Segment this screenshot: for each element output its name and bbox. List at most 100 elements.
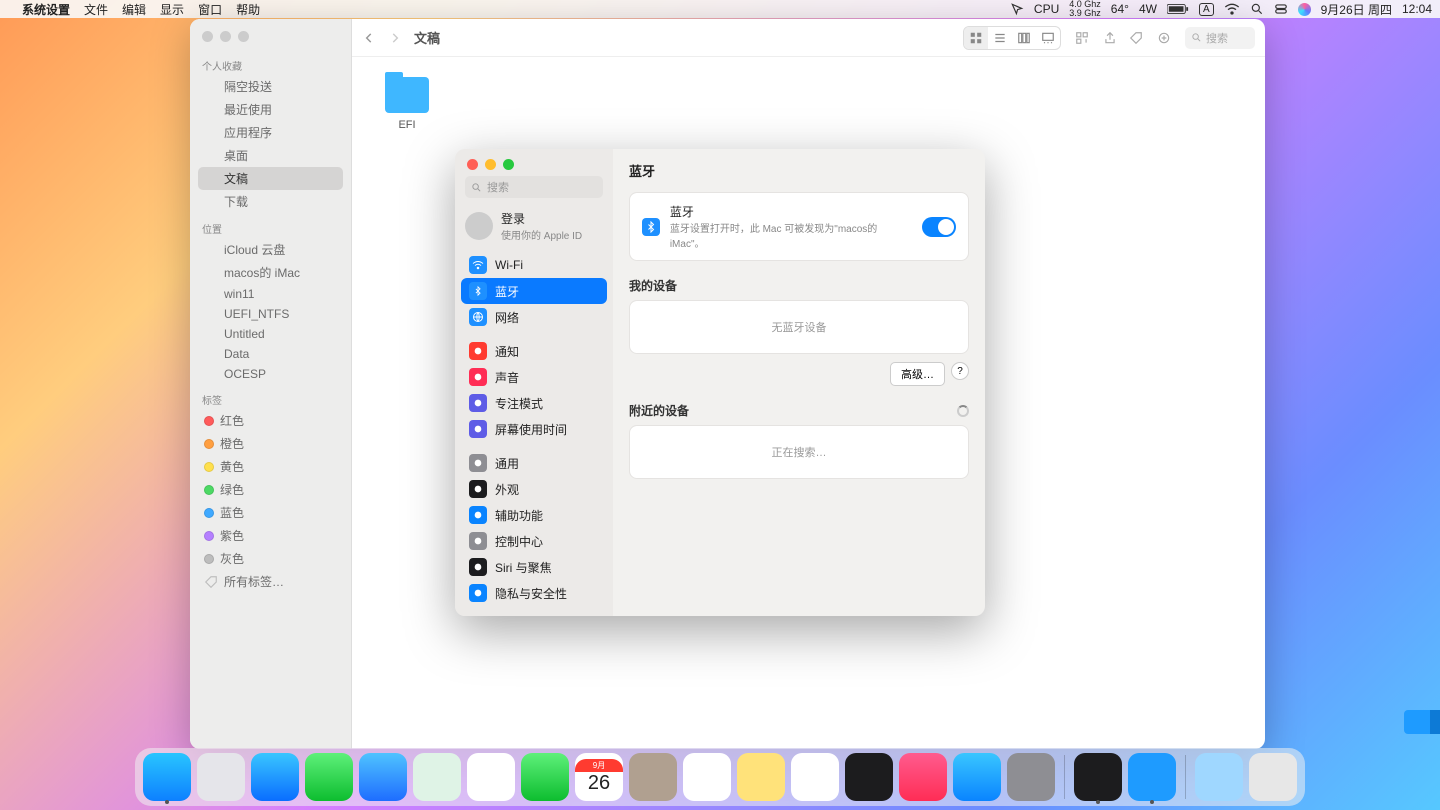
istat-cursor-icon[interactable] xyxy=(1010,2,1024,16)
settings-item-网络[interactable]: 网络 xyxy=(461,304,607,330)
sidebar-tag-橙色[interactable]: 橙色 xyxy=(198,432,343,455)
view-switcher xyxy=(963,26,1061,50)
sidebar-item-win11[interactable]: win11 xyxy=(198,284,343,304)
folder-item[interactable]: EFI xyxy=(372,77,442,131)
app-menu[interactable]: 系统设置 xyxy=(22,1,70,18)
finder-search[interactable]: 搜索 xyxy=(1185,27,1255,49)
sidebar-item-隔空投送[interactable]: 隔空投送 xyxy=(198,75,343,98)
icon-view-button[interactable] xyxy=(964,27,988,49)
wifi-icon[interactable] xyxy=(1224,3,1240,15)
settings-item-控制中心[interactable]: 控制中心 xyxy=(461,528,607,554)
menu-help[interactable]: 帮助 xyxy=(236,1,260,18)
dock-app-finder[interactable] xyxy=(143,753,191,801)
settings-item-隐私与安全性[interactable]: 隐私与安全性 xyxy=(461,580,607,606)
disk-icon xyxy=(204,307,218,321)
dock-app-mail[interactable] xyxy=(359,753,407,801)
minimize-button[interactable] xyxy=(220,31,231,42)
date[interactable]: 9月26日 周四 xyxy=(1321,1,1392,18)
settings-item-Siri 与聚焦[interactable]: Siri 与聚焦 xyxy=(461,554,607,580)
close-button[interactable] xyxy=(467,159,478,170)
settings-item-通知[interactable]: 通知 xyxy=(461,338,607,364)
sidebar-item-最近使用[interactable]: 最近使用 xyxy=(198,98,343,121)
menu-file[interactable]: 文件 xyxy=(84,1,108,18)
sidebar-tag-紫色[interactable]: 紫色 xyxy=(198,524,343,547)
time[interactable]: 12:04 xyxy=(1402,2,1432,16)
settings-item-Wi-Fi[interactable]: Wi-Fi xyxy=(461,252,607,278)
back-button[interactable] xyxy=(362,31,376,45)
sidebar-item-Untitled[interactable]: Untitled xyxy=(198,324,343,344)
menu-edit[interactable]: 编辑 xyxy=(122,1,146,18)
dock-app-messages[interactable] xyxy=(305,753,353,801)
tags-button[interactable] xyxy=(1129,31,1143,45)
dock-app-calendar[interactable]: 9月26 xyxy=(575,753,623,801)
sidebar-item-下载[interactable]: 下载 xyxy=(198,190,343,213)
dock-app-maps[interactable] xyxy=(413,753,461,801)
sidebar-tag-绿色[interactable]: 绿色 xyxy=(198,478,343,501)
sidebar-item-Data[interactable]: Data xyxy=(198,344,343,364)
list-view-button[interactable] xyxy=(988,27,1012,49)
dock-app-freeform[interactable] xyxy=(791,753,839,801)
menu-window[interactable]: 窗口 xyxy=(198,1,222,18)
forward-button[interactable] xyxy=(388,31,402,45)
sidebar-item-iCloud 云盘[interactable]: iCloud 云盘 xyxy=(198,238,343,261)
dock-app-downloads[interactable] xyxy=(1195,753,1243,801)
dock-app-music[interactable] xyxy=(899,753,947,801)
sidebar-item-文稿[interactable]: 文稿 xyxy=(198,167,343,190)
input-source[interactable]: A xyxy=(1199,3,1214,16)
floating-widget[interactable] xyxy=(1404,710,1440,734)
tag-dot-icon xyxy=(204,485,214,495)
settings-item-桌面与程序坞[interactable]: 桌面与程序坞 xyxy=(461,614,607,616)
sidebar-item-OCESP[interactable]: OCESP xyxy=(198,364,343,384)
sidebar-tag-蓝色[interactable]: 蓝色 xyxy=(198,501,343,524)
settings-item-蓝牙[interactable]: 蓝牙 xyxy=(461,278,607,304)
sidebar-item-桌面[interactable]: 桌面 xyxy=(198,144,343,167)
settings-search[interactable]: 搜索 xyxy=(465,176,603,198)
gallery-view-button[interactable] xyxy=(1036,27,1060,49)
battery-icon[interactable] xyxy=(1167,3,1189,15)
settings-item-声音[interactable]: 声音 xyxy=(461,364,607,390)
dock-app-contacts[interactable] xyxy=(629,753,677,801)
spotlight-icon[interactable] xyxy=(1250,2,1264,16)
menu-view[interactable]: 显示 xyxy=(160,1,184,18)
settings-item-外观[interactable]: 外观 xyxy=(461,476,607,502)
column-view-button[interactable] xyxy=(1012,27,1036,49)
dock-app-settings[interactable] xyxy=(1007,753,1055,801)
advanced-button[interactable]: 高级… xyxy=(890,362,945,386)
action-button[interactable] xyxy=(1155,31,1173,45)
control-center-icon[interactable] xyxy=(1274,2,1288,16)
sidebar-tag-黄色[interactable]: 黄色 xyxy=(198,455,343,478)
bluetooth-toggle[interactable] xyxy=(922,217,956,237)
settings-item-通用[interactable]: 通用 xyxy=(461,450,607,476)
siri-icon[interactable] xyxy=(1298,3,1311,16)
dock-app-launchpad[interactable] xyxy=(197,753,245,801)
bt-desc: 蓝牙设置打开时，此 Mac 可被发现为"macos的 iMac"。 xyxy=(670,220,913,250)
minimize-button[interactable] xyxy=(485,159,496,170)
dock-app-photos[interactable] xyxy=(467,753,515,801)
apple-id-row[interactable]: 登录 使用你的 Apple ID xyxy=(455,206,613,252)
dock-app-tv[interactable] xyxy=(845,753,893,801)
dock-app-trash[interactable] xyxy=(1249,753,1297,801)
settings-item-辅助功能[interactable]: 辅助功能 xyxy=(461,502,607,528)
dock-app-notes[interactable] xyxy=(737,753,785,801)
dock-app-appstore[interactable] xyxy=(953,753,1001,801)
dock-app-facetime[interactable] xyxy=(521,753,569,801)
sidebar-item-macos的 iMac[interactable]: macos的 iMac xyxy=(198,261,343,284)
dock-app-istat[interactable] xyxy=(1074,753,1122,801)
sidebar-item-UEFI_NTFS[interactable]: UEFI_NTFS xyxy=(198,304,343,324)
group-button[interactable] xyxy=(1073,31,1091,45)
avatar-icon xyxy=(465,212,493,240)
dock-app-reminders[interactable] xyxy=(683,753,731,801)
dock-app-safari[interactable] xyxy=(251,753,299,801)
sidebar-tag-灰色[interactable]: 灰色 xyxy=(198,547,343,570)
share-button[interactable] xyxy=(1103,31,1117,45)
sidebar-all-tags[interactable]: 所有标签… xyxy=(198,570,343,593)
help-button[interactable]: ? xyxy=(951,362,969,380)
zoom-button[interactable] xyxy=(503,159,514,170)
sidebar-tag-红色[interactable]: 红色 xyxy=(198,409,343,432)
dock-app-play[interactable] xyxy=(1128,753,1176,801)
settings-item-屏幕使用时间[interactable]: 屏幕使用时间 xyxy=(461,416,607,442)
close-button[interactable] xyxy=(202,31,213,42)
zoom-button[interactable] xyxy=(238,31,249,42)
sidebar-item-应用程序[interactable]: 应用程序 xyxy=(198,121,343,144)
settings-item-专注模式[interactable]: 专注模式 xyxy=(461,390,607,416)
